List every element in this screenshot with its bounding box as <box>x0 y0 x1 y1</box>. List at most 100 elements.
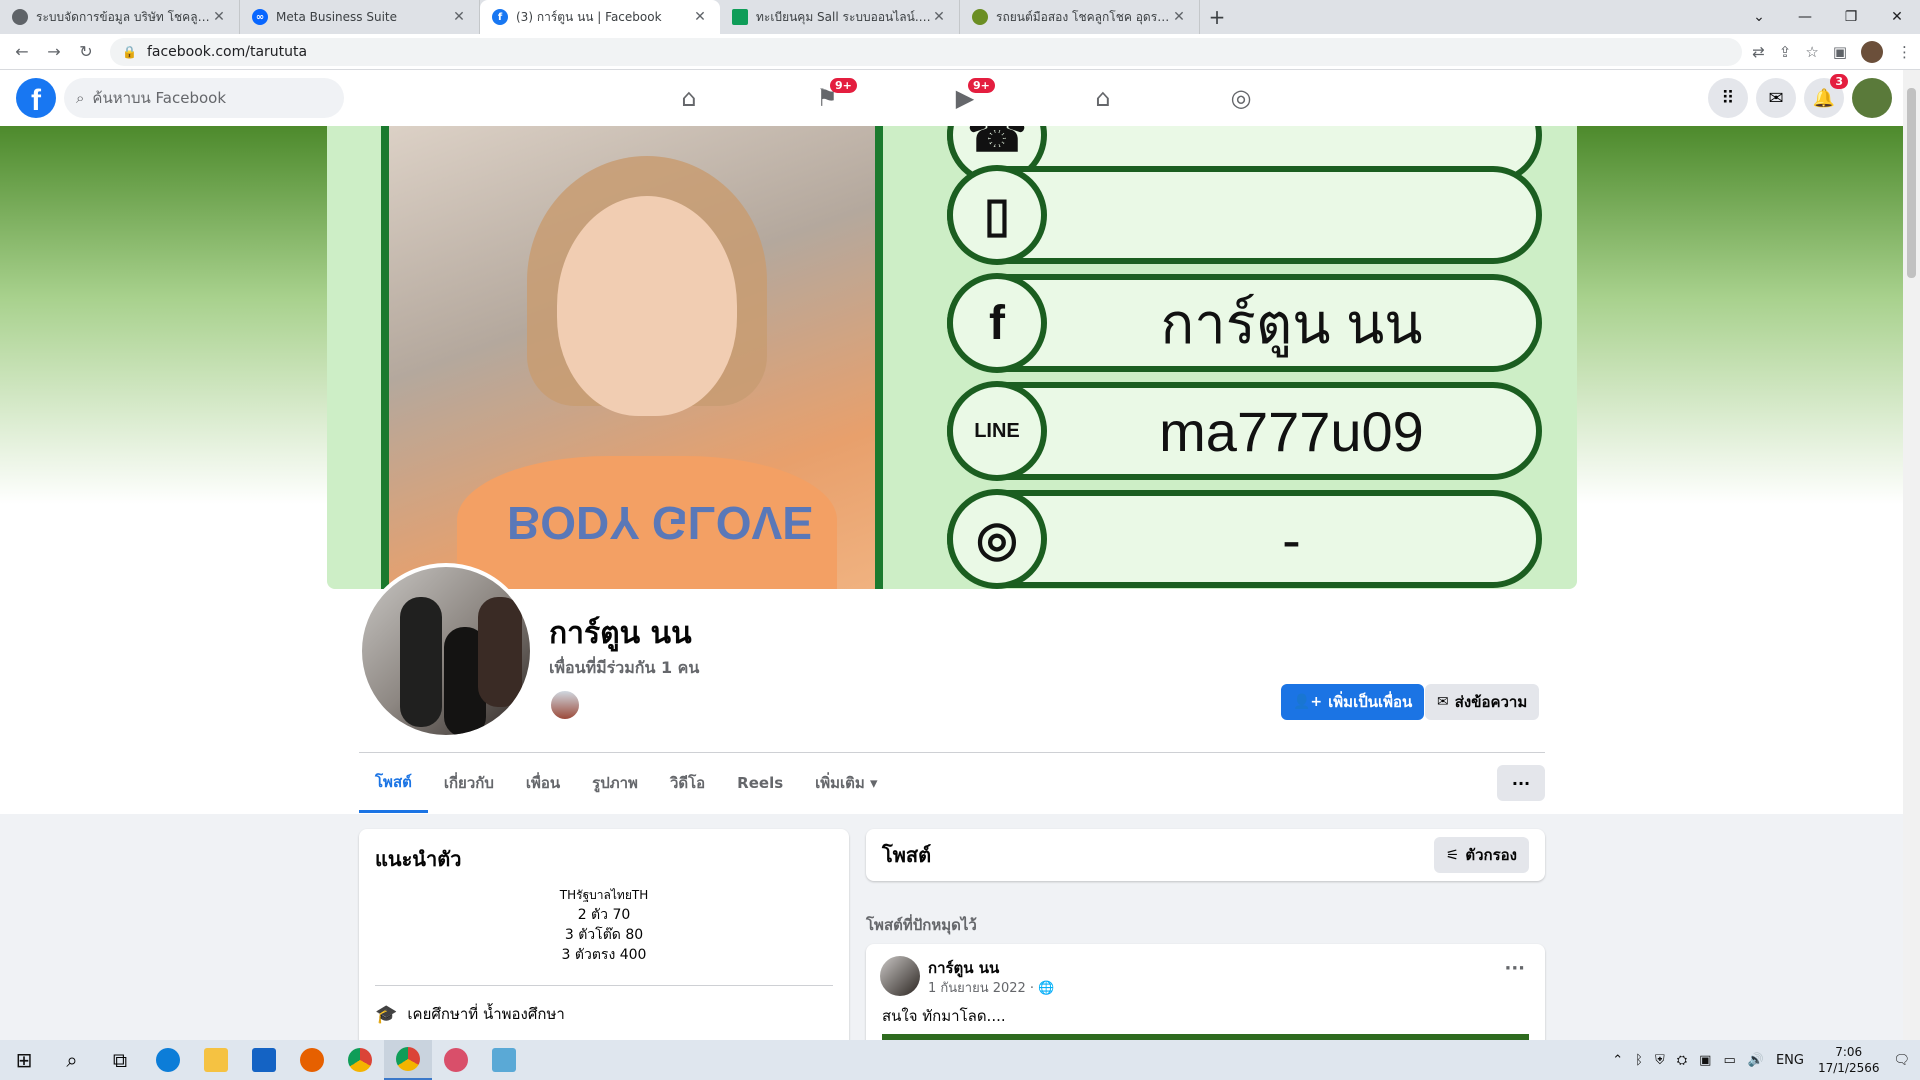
tab-title: ทะเบียนคุม Sall ระบบออนไลน์.xlsx - G <box>756 9 931 24</box>
tab-photos[interactable]: รูปภาพ <box>576 753 654 813</box>
firefox-icon[interactable] <box>288 1040 336 1080</box>
cover-frame-right <box>875 126 883 589</box>
task-view-icon[interactable]: ⧉ <box>96 1040 144 1080</box>
tab-close-icon[interactable]: ✕ <box>931 9 947 25</box>
tab-posts[interactable]: โพสต์ <box>359 753 428 813</box>
chrome-menu-icon[interactable]: ⋮ <box>1897 43 1912 61</box>
file-explorer-icon[interactable] <box>192 1040 240 1080</box>
post-date[interactable]: 1 กันยายน 2022 · 🌐 <box>928 977 1054 998</box>
clock-date: 17/1/2566 <box>1817 1061 1880 1075</box>
post-text: สนใจ ทักมาโลด.... <box>882 1007 1006 1025</box>
browser-tab[interactable]: ทะเบียนคุม Sall ระบบออนไลน์.xlsx - G ✕ <box>720 0 960 34</box>
tab-more[interactable]: เพิ่มเติม ▾ <box>799 753 893 813</box>
cover-face <box>557 196 737 416</box>
new-tab-button[interactable]: + <box>1200 0 1234 34</box>
education-text[interactable]: เคยศึกษาที่ น้ำพองศึกษา <box>407 1002 564 1026</box>
bio-line: THรัฐบาลไทยTH <box>559 888 649 902</box>
address-bar[interactable]: 🔒 facebook.com/tarututa <box>110 37 1743 66</box>
restore-icon[interactable]: ❐ <box>1828 0 1874 34</box>
filter-button[interactable]: ⚟ ตัวกรอง <box>1433 837 1529 873</box>
mutual-friend-avatar[interactable] <box>549 689 581 721</box>
share-icon[interactable]: ⇪ <box>1779 43 1792 61</box>
mutual-friends-link[interactable]: เพื่อนที่มีร่วมกัน 1 คน <box>549 656 699 681</box>
browser-tab-active[interactable]: f (3) การ์ตูน นน | Facebook ✕ <box>480 0 720 34</box>
volume-icon[interactable]: 🔊 <box>1748 1053 1764 1068</box>
tab-search-icon[interactable]: ⌄ <box>1736 0 1782 34</box>
tab-reels[interactable]: Reels <box>721 753 799 813</box>
scrollbar-thumb[interactable] <box>1907 88 1916 278</box>
clock-time: 7:06 <box>1835 1045 1863 1059</box>
forward-icon[interactable]: → <box>40 38 68 66</box>
cover-contact-row: ▯ <box>947 165 1542 265</box>
edge-icon[interactable] <box>144 1040 192 1080</box>
browser-profile-avatar[interactable] <box>1861 40 1883 63</box>
messenger-icon[interactable]: ✉ <box>1756 78 1796 118</box>
home-icon: ⌂ <box>681 84 697 112</box>
add-friend-button[interactable]: 👤+ เพิ่มเป็นเพื่อน <box>1281 684 1425 720</box>
profile-picture[interactable] <box>358 563 534 739</box>
cover-contact-row: LINE ma777u09 <box>947 381 1542 481</box>
tab-about[interactable]: เกี่ยวกับ <box>428 753 510 813</box>
tray-chevron-icon[interactable]: ⌃ <box>1612 1053 1623 1068</box>
browser-tab[interactable]: รถยนต์มือสอง โชคลูกโชค อุดรธานี ✕ <box>960 0 1200 34</box>
mail-icon[interactable] <box>240 1040 288 1080</box>
taskbar-clock[interactable]: 7:06 17/1/2566 <box>1818 1044 1880 1076</box>
nav-marketplace[interactable]: ⌂ <box>1034 70 1172 126</box>
app-icon[interactable] <box>480 1040 528 1080</box>
windows-start-icon[interactable]: ⊞ <box>0 1040 48 1080</box>
menu-grid-icon[interactable]: ⠿ <box>1708 78 1748 118</box>
nav-home[interactable]: ⌂ <box>620 70 758 126</box>
messenger-icon: ✉ <box>1437 694 1449 710</box>
profile-more-button[interactable]: ··· <box>1497 765 1545 801</box>
tab-videos[interactable]: วิดีโอ <box>654 753 721 813</box>
notifications-icon[interactable]: 🔔 3 <box>1804 74 1848 118</box>
side-panel-icon[interactable]: ▣ <box>1833 43 1847 61</box>
taskbar-search-icon[interactable]: ⌕ <box>48 1040 96 1080</box>
post-options-icon[interactable]: ··· <box>1504 958 1525 979</box>
network-icon[interactable]: ▭ <box>1723 1053 1735 1068</box>
close-window-icon[interactable]: ✕ <box>1874 0 1920 34</box>
profile-name: การ์ตูน นน <box>549 616 692 651</box>
reload-icon[interactable]: ↻ <box>72 38 100 66</box>
nav-badge: 9+ <box>830 78 857 93</box>
toolbar-icons: ⇄ ⇪ ☆ ▣ ⋮ <box>1752 40 1912 63</box>
page-scrollbar[interactable] <box>1903 70 1920 1040</box>
post-author-avatar[interactable] <box>880 956 920 996</box>
back-icon[interactable]: ← <box>8 38 36 66</box>
tray-app-icon[interactable]: ▣ <box>1699 1053 1711 1068</box>
bookmark-star-icon[interactable]: ☆ <box>1805 43 1818 61</box>
notification-center-icon[interactable]: 🗨 <box>1893 1053 1910 1068</box>
tab-close-icon[interactable]: ✕ <box>211 9 227 25</box>
language-indicator[interactable]: ENG <box>1776 1053 1804 1068</box>
browser-tab[interactable]: ∞ Meta Business Suite ✕ <box>240 0 480 34</box>
facebook-search-input[interactable]: ⌕ ค้นหาบน Facebook <box>64 78 344 118</box>
filter-icon: ⚟ <box>1445 846 1460 864</box>
chrome-icon[interactable] <box>336 1040 384 1080</box>
tab-close-icon[interactable]: ✕ <box>451 9 467 25</box>
security-icon[interactable]: ⛨ <box>1655 1053 1665 1068</box>
intro-card: แนะนำตัว THรัฐบาลไทยTH 2 ตัว 70 3 ตัวโต๊… <box>359 829 849 1049</box>
facebook-right-controls: ⠿ ✉ 🔔 3 <box>1708 74 1892 118</box>
chrome-profile-icon[interactable] <box>384 1040 432 1080</box>
lock-icon[interactable]: 🔒 <box>122 45 137 59</box>
translate-icon[interactable]: ⇄ <box>1752 43 1765 61</box>
cover-photo[interactable]: BODY GLOVE ☎ ▯ f การ์ตูน นน LINE ma777u0… <box>327 126 1577 589</box>
tab-close-icon[interactable]: ✕ <box>692 9 708 25</box>
message-button[interactable]: ✉ ส่งข้อความ <box>1425 684 1540 720</box>
paint-icon[interactable] <box>432 1040 480 1080</box>
message-label: ส่งข้อความ <box>1454 693 1528 711</box>
facebook-logo-icon[interactable]: f <box>16 78 56 118</box>
minimize-icon[interactable]: — <box>1782 0 1828 34</box>
nav-gaming[interactable]: ◎ <box>1172 70 1310 126</box>
nav-watch[interactable]: ▶ 9+ <box>896 70 1034 126</box>
browser-tab[interactable]: ระบบจัดการข้อมูล บริษัท โชคลูกโชค ✕ <box>0 0 240 34</box>
bluetooth-icon[interactable]: ᛒ <box>1635 1053 1643 1068</box>
tab-close-icon[interactable]: ✕ <box>1171 9 1187 25</box>
cover-frame-left <box>381 126 389 589</box>
nav-badge: 9+ <box>968 78 995 93</box>
nav-pages[interactable]: ⚑ 9+ <box>758 70 896 126</box>
account-avatar[interactable] <box>1852 78 1892 118</box>
tray-app-icon[interactable]: ⛭ <box>1677 1053 1687 1068</box>
bio-line: 3 ตัวตรง 400 <box>561 947 647 963</box>
tab-friends[interactable]: เพื่อน <box>510 753 576 813</box>
